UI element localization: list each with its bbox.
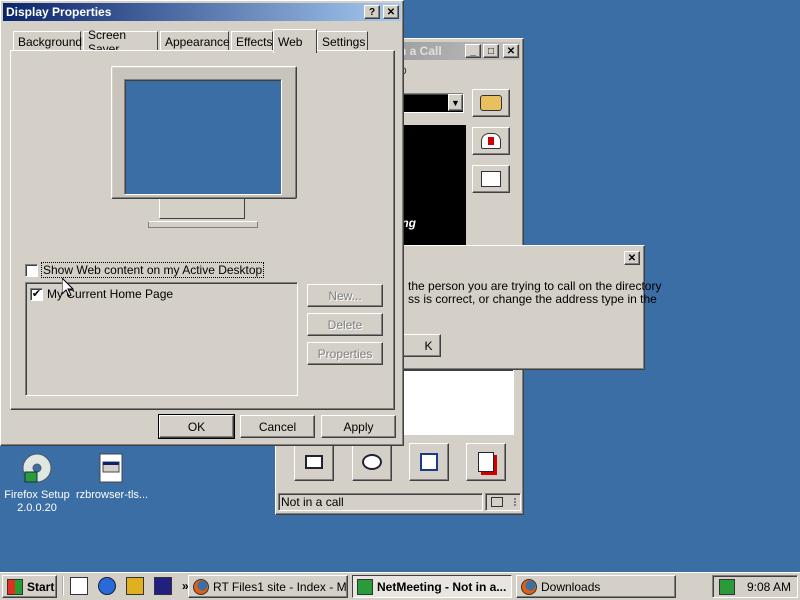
phone-dial-icon — [480, 95, 502, 111]
clock[interactable]: 9:08 AM — [747, 580, 791, 594]
netmeeting-title: n a Call — [399, 44, 442, 58]
directory-button[interactable] — [472, 165, 510, 193]
file-transfer-button[interactable] — [466, 443, 506, 481]
ok-button[interactable]: OK — [158, 414, 235, 439]
firefox-icon — [521, 578, 537, 595]
share-program-icon — [305, 455, 323, 469]
delete-button[interactable]: Delete — [307, 313, 383, 336]
web-items-list[interactable]: ✔ My Current Home Page — [25, 282, 298, 396]
hang-up-button[interactable] — [472, 127, 510, 155]
chat-button[interactable] — [352, 443, 392, 481]
list-item-checkbox[interactable]: ✔ — [30, 287, 43, 301]
start-button[interactable]: Start — [2, 575, 57, 598]
close-button[interactable]: ✕ — [383, 5, 399, 19]
list-item[interactable]: ✔ My Current Home Page — [30, 287, 173, 301]
show-web-content-checkbox[interactable] — [25, 264, 38, 277]
status-bar: Not in a call — [278, 493, 483, 511]
taskbar-item-downloads[interactable]: Downloads — [516, 575, 676, 598]
display-properties-titlebar[interactable]: Display Properties ? ✕ — [3, 3, 401, 21]
tab-appearance[interactable]: Appearance — [160, 31, 230, 51]
properties-button[interactable]: Properties — [307, 342, 383, 365]
system-tray: 9:08 AM — [712, 575, 798, 598]
share-button[interactable] — [294, 443, 334, 481]
quick-launch: » — [62, 576, 189, 596]
mouse-cursor-icon — [62, 278, 74, 297]
chevron-down-icon[interactable]: ▼ — [448, 94, 463, 111]
desktop-icon-rzbrowser[interactable]: rzbrowser-tls... — [67, 452, 157, 502]
network-tray-icon[interactable] — [719, 578, 735, 595]
address-combo[interactable]: ▼ — [394, 93, 464, 113]
monitor-preview — [111, 66, 297, 236]
monitor-bezel — [111, 66, 297, 199]
executable-file-icon — [99, 453, 123, 483]
firefox-icon — [193, 578, 209, 595]
monitor-stand — [159, 199, 245, 219]
error-message-line1: the person you are trying to call on the… — [408, 279, 662, 293]
maximize-button[interactable]: □ — [483, 44, 499, 58]
tab-effects[interactable]: Effects — [231, 31, 273, 51]
cancel-button[interactable]: Cancel — [240, 415, 315, 438]
tab-web[interactable]: Web — [273, 29, 317, 53]
window-title: Display Properties — [6, 5, 112, 19]
grip-icon — [506, 498, 516, 506]
error-message-line2: ss is correct, or change the address typ… — [408, 292, 657, 306]
error-dialog-titlebar[interactable]: ✕ — [399, 249, 641, 267]
outlook-express-icon[interactable] — [126, 577, 144, 595]
taskbar-item-netmeeting[interactable]: NetMeeting - Not in a... — [352, 575, 512, 598]
status-icons — [485, 493, 521, 511]
status-text: Not in a call — [281, 495, 344, 509]
apply-button[interactable]: Apply — [321, 415, 396, 438]
new-button[interactable]: New... — [307, 284, 383, 307]
display-properties-window[interactable]: Display Properties ? ✕ Background Screen… — [0, 0, 404, 446]
file-transfer-icon — [478, 452, 494, 472]
media-player-icon[interactable] — [154, 577, 172, 595]
netmeeting-icon — [357, 578, 373, 595]
taskbar-item-rt-files[interactable]: RT Files1 site - Index - Mo... — [188, 575, 348, 598]
monitor-base — [148, 221, 258, 228]
network-icon — [490, 497, 503, 507]
cd-installer-icon — [22, 453, 52, 483]
tab-screen-saver[interactable]: Screen Saver — [83, 28, 158, 56]
whiteboard-icon — [420, 453, 438, 471]
call-error-dialog[interactable]: ✕ the person you are trying to call on t… — [376, 245, 661, 370]
windows-logo-icon — [7, 578, 23, 595]
close-button[interactable]: ✕ — [624, 251, 640, 265]
minimize-button[interactable]: _ — [465, 44, 481, 58]
tab-settings[interactable]: Settings — [317, 31, 368, 51]
close-button[interactable]: ✕ — [503, 44, 519, 58]
video-area: ting — [394, 125, 466, 245]
show-desktop-icon[interactable] — [70, 577, 88, 595]
whiteboard-button[interactable] — [409, 443, 449, 481]
show-web-content-label[interactable]: Show Web content on my Active Desktop — [40, 262, 265, 278]
address-book-icon — [481, 171, 501, 187]
tab-background[interactable]: Background — [13, 31, 82, 51]
desktop-icon-label: rzbrowser-tls... — [75, 489, 149, 501]
help-button[interactable]: ? — [364, 5, 380, 19]
participant-list[interactable] — [394, 369, 514, 435]
hang-up-icon — [481, 133, 501, 149]
internet-explorer-icon[interactable] — [98, 577, 116, 595]
chat-icon — [362, 454, 382, 470]
monitor-screen — [124, 79, 282, 195]
tab-page-web: Show Web content on my Active Desktop ✔ … — [10, 50, 395, 410]
place-call-button[interactable] — [472, 89, 510, 117]
